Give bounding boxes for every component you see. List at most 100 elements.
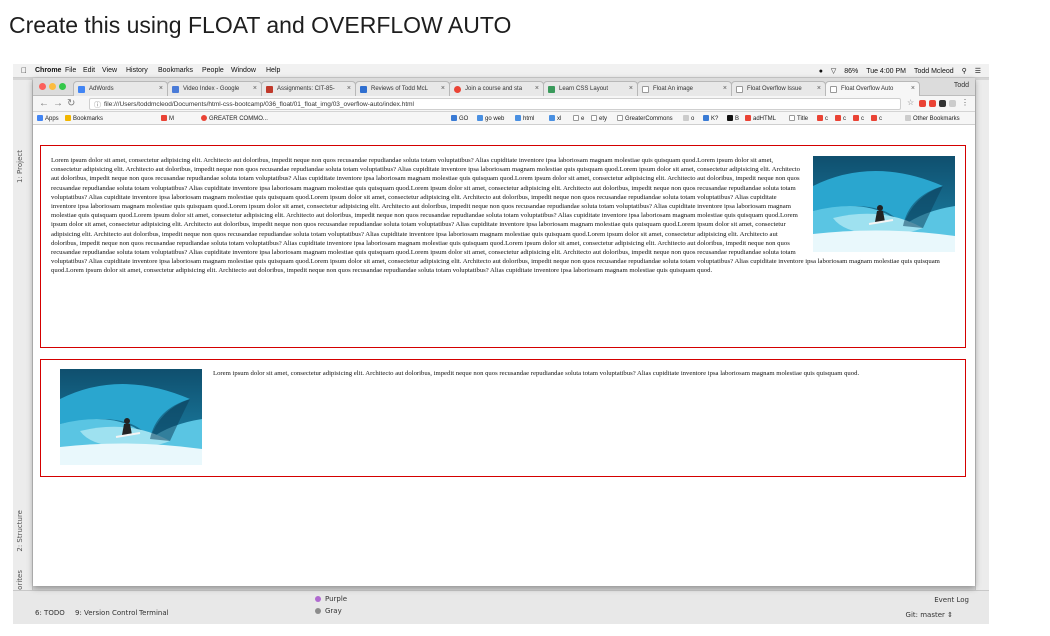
folder-icon	[451, 115, 457, 121]
bookmark-adhtml[interactable]: adHTML	[745, 115, 776, 122]
menu-kebab-icon[interactable]: ⋮	[961, 98, 969, 107]
bookmark-label: Other Bookmarks	[913, 116, 960, 122]
address-bar[interactable]: ⓘ file:///Users/toddmcleod/Documents/htm…	[89, 98, 901, 110]
menu-window[interactable]: Window	[231, 67, 256, 74]
info-icon[interactable]: ⓘ	[94, 100, 101, 110]
bookmark-xl[interactable]: xl	[549, 115, 561, 122]
close-icon[interactable]: ×	[535, 85, 539, 92]
overflow-box-image-left[interactable]: Lorem ipsum dolor sit amet, consectetur …	[40, 359, 966, 477]
menu-people[interactable]: People	[202, 67, 224, 74]
tab-video-index[interactable]: Video Index - Google ×	[167, 81, 262, 96]
tab-join-course[interactable]: Join a course and sta ×	[449, 81, 544, 96]
tab-label: Join a course and sta	[465, 86, 523, 92]
bookmark-greatercommons[interactable]: GreaterCommons	[617, 115, 673, 122]
bookmark-c4[interactable]: c	[871, 115, 882, 122]
overflow-box-image-right[interactable]: Lorem ipsum dolor sit amet, consectetur …	[40, 145, 966, 348]
tab-float-image[interactable]: Float An image ×	[637, 81, 732, 96]
bookmark-bookmarks[interactable]: Bookmarks	[65, 115, 103, 122]
record-icon[interactable]: ●	[819, 68, 823, 75]
tab-float-overflow-issue[interactable]: Float Overflow Issue ×	[731, 81, 826, 96]
bookmark-c3[interactable]: c	[853, 115, 864, 122]
user-name[interactable]: Todd Mcleod	[914, 68, 954, 75]
close-icon[interactable]: ×	[817, 85, 821, 92]
google-icon	[201, 115, 207, 121]
bookmark-c2[interactable]: c	[835, 115, 846, 122]
menu-file[interactable]: File	[65, 67, 76, 74]
menu-bookmarks[interactable]: Bookmarks	[158, 67, 193, 74]
star-icon[interactable]: ☆	[907, 98, 914, 107]
menubar-status: ● ▽ 86% Tue 4:00 PM Todd Mcleod ⚲ ☰	[813, 67, 981, 75]
lorem-long-text: Lorem ipsum dolor sit amet, consectetur …	[51, 157, 940, 275]
bookmark-label: html	[523, 116, 535, 122]
page-icon	[830, 86, 837, 93]
menu-history[interactable]: History	[126, 67, 148, 74]
bookmark-html[interactable]: html	[515, 115, 534, 122]
git-status[interactable]: Git: master ⇕	[906, 611, 953, 619]
url-text[interactable]: file:///Users/toddmcleod/Documents/html-…	[104, 101, 414, 108]
close-icon[interactable]: ×	[253, 85, 257, 92]
extension-dark-icon[interactable]	[939, 100, 946, 107]
folder-icon	[515, 115, 521, 121]
bookmark-greater-commons[interactable]: GREATER COMMO...	[201, 115, 268, 122]
close-window-icon[interactable]	[39, 83, 46, 90]
tab-label: Float An image	[653, 86, 694, 92]
back-icon[interactable]: ←	[39, 98, 49, 109]
clock[interactable]: Tue 4:00 PM	[866, 68, 906, 75]
bookmark-label: c	[843, 116, 846, 122]
bookmark-title[interactable]: Title	[789, 115, 808, 122]
bookmark-apps[interactable]: Apps	[37, 115, 59, 122]
close-icon[interactable]: ×	[629, 85, 633, 92]
bookmark-k[interactable]: K?	[703, 115, 718, 122]
extension-grid-icon[interactable]	[929, 100, 936, 107]
menu-list-icon[interactable]: ☰	[975, 68, 981, 75]
ide-tool-terminal[interactable]: Terminal	[139, 609, 169, 617]
menu-help[interactable]: Help	[266, 67, 280, 74]
bookmark-go[interactable]: GO	[451, 115, 468, 122]
bookmark-label: B	[735, 116, 740, 122]
gray-dot-icon	[315, 608, 321, 614]
menu-edit[interactable]: Edit	[83, 67, 95, 74]
search-icon[interactable]: ⚲	[962, 68, 967, 75]
close-icon[interactable]: ×	[441, 85, 445, 92]
close-icon[interactable]: ×	[159, 85, 163, 92]
close-icon[interactable]: ×	[911, 85, 915, 92]
forward-icon[interactable]: →	[53, 98, 63, 109]
bookmark-e[interactable]: e	[573, 115, 584, 122]
apple-icon[interactable]: 	[21, 66, 27, 75]
bookmark-label: c	[879, 116, 882, 122]
bookmark-ety[interactable]: ety	[591, 115, 607, 122]
bookmark-other[interactable]: Other Bookmarks	[905, 115, 960, 122]
bookmark-c1[interactable]: c	[817, 115, 828, 122]
browser-window: AdWords × Video Index - Google × Assignmen…	[33, 78, 975, 586]
ide-tool-todo[interactable]: 6: TODO	[35, 609, 65, 617]
surf-image-right	[813, 156, 955, 252]
wifi-icon[interactable]: ▽	[831, 68, 836, 75]
zoom-window-icon[interactable]	[59, 83, 66, 90]
tab-label: AdWords	[89, 86, 114, 92]
extension-gray-icon[interactable]	[949, 100, 956, 107]
reload-icon[interactable]: ↻	[67, 98, 75, 109]
star-icon	[65, 115, 71, 121]
battery-percent[interactable]: 86%	[844, 68, 858, 75]
event-log[interactable]: Event Log	[934, 596, 969, 604]
profile-button[interactable]: Todd	[954, 82, 969, 89]
close-icon[interactable]: ×	[723, 85, 727, 92]
bookmark-o[interactable]: o	[683, 115, 694, 122]
bookmark-go-web[interactable]: go web	[477, 115, 504, 122]
menu-view[interactable]: View	[102, 67, 117, 74]
ide-tool-vcs[interactable]: 9: Version Control	[75, 609, 137, 617]
close-icon[interactable]: ×	[347, 85, 351, 92]
bookmark-gmail[interactable]: M	[161, 115, 174, 122]
b-icon	[727, 115, 733, 121]
tab-reviews[interactable]: Reviews of Todd McL ×	[355, 81, 450, 96]
extension-red-icon[interactable]	[919, 100, 926, 107]
tab-adwords[interactable]: AdWords ×	[73, 81, 168, 96]
minimize-window-icon[interactable]	[49, 83, 56, 90]
bookmark-b[interactable]: B	[727, 115, 739, 122]
ide-tab-project[interactable]: 1: Project	[16, 150, 24, 183]
tab-learn-css[interactable]: Learn CSS Layout ×	[543, 81, 638, 96]
tab-float-overflow-auto[interactable]: Float Overflow Auto ×	[825, 81, 920, 96]
tab-assignments[interactable]: Assignments: CIT-85- ×	[261, 81, 356, 96]
menu-chrome[interactable]: Chrome	[35, 67, 61, 74]
ide-tab-structure[interactable]: 2: Structure	[16, 510, 24, 552]
